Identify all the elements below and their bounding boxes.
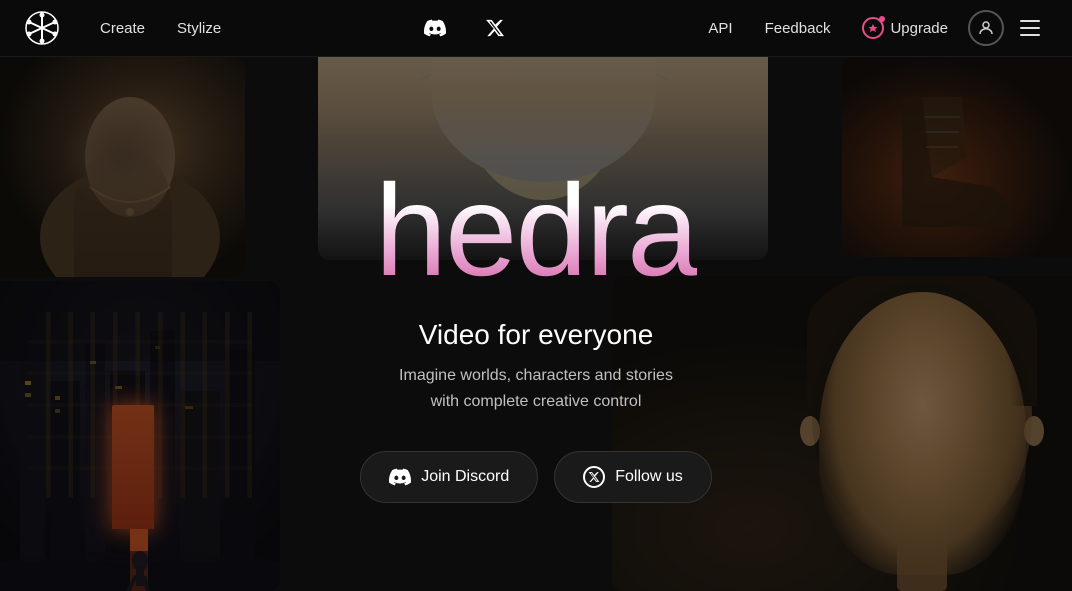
nav-stylize-link[interactable]: Stylize: [165, 14, 233, 43]
hero-section: hedra Video for everyone Imagine worlds,…: [0, 0, 1072, 591]
x-button-icon: [583, 466, 605, 488]
x-twitter-nav-button[interactable]: [477, 10, 513, 46]
user-account-button[interactable]: [968, 10, 1004, 46]
hero-description: Imagine worlds, characters and stories w…: [399, 363, 673, 414]
hero-description-line1: Imagine worlds, characters and stories: [399, 367, 673, 384]
follow-us-button[interactable]: Follow us: [554, 451, 712, 503]
nav-create-link[interactable]: Create: [88, 14, 157, 43]
discord-button-icon: [389, 466, 411, 488]
x-circle-icon: [583, 466, 605, 488]
nav-links-right: API Feedback Upgrade: [696, 10, 1048, 46]
nav-links-left: Create Stylize: [88, 14, 233, 43]
hero-subtitle: Video for everyone: [419, 319, 654, 351]
hero-content: hedra Video for everyone Imagine worlds,…: [0, 57, 1072, 591]
menu-line-2: [1020, 27, 1040, 29]
hero-cta-buttons: Join Discord Follow us: [360, 451, 712, 503]
hero-description-line2: with complete creative control: [431, 393, 642, 410]
menu-line-1: [1020, 20, 1040, 22]
upgrade-label: Upgrade: [890, 20, 948, 37]
follow-us-label: Follow us: [615, 468, 683, 486]
menu-line-3: [1020, 34, 1040, 36]
upgrade-icon: [862, 17, 884, 39]
upgrade-button[interactable]: Upgrade: [850, 11, 960, 45]
nav-center-icons: [233, 10, 696, 46]
logo[interactable]: [24, 10, 60, 46]
hamburger-menu-button[interactable]: [1012, 10, 1048, 46]
discord-nav-button[interactable]: [417, 10, 453, 46]
join-discord-button[interactable]: Join Discord: [360, 451, 538, 503]
nav-feedback-link[interactable]: Feedback: [753, 14, 843, 43]
hero-title: hedra: [375, 165, 698, 295]
navbar: Create Stylize API Feedback Upgrade: [0, 0, 1072, 57]
join-discord-label: Join Discord: [421, 468, 509, 486]
nav-api-link[interactable]: API: [696, 14, 744, 43]
